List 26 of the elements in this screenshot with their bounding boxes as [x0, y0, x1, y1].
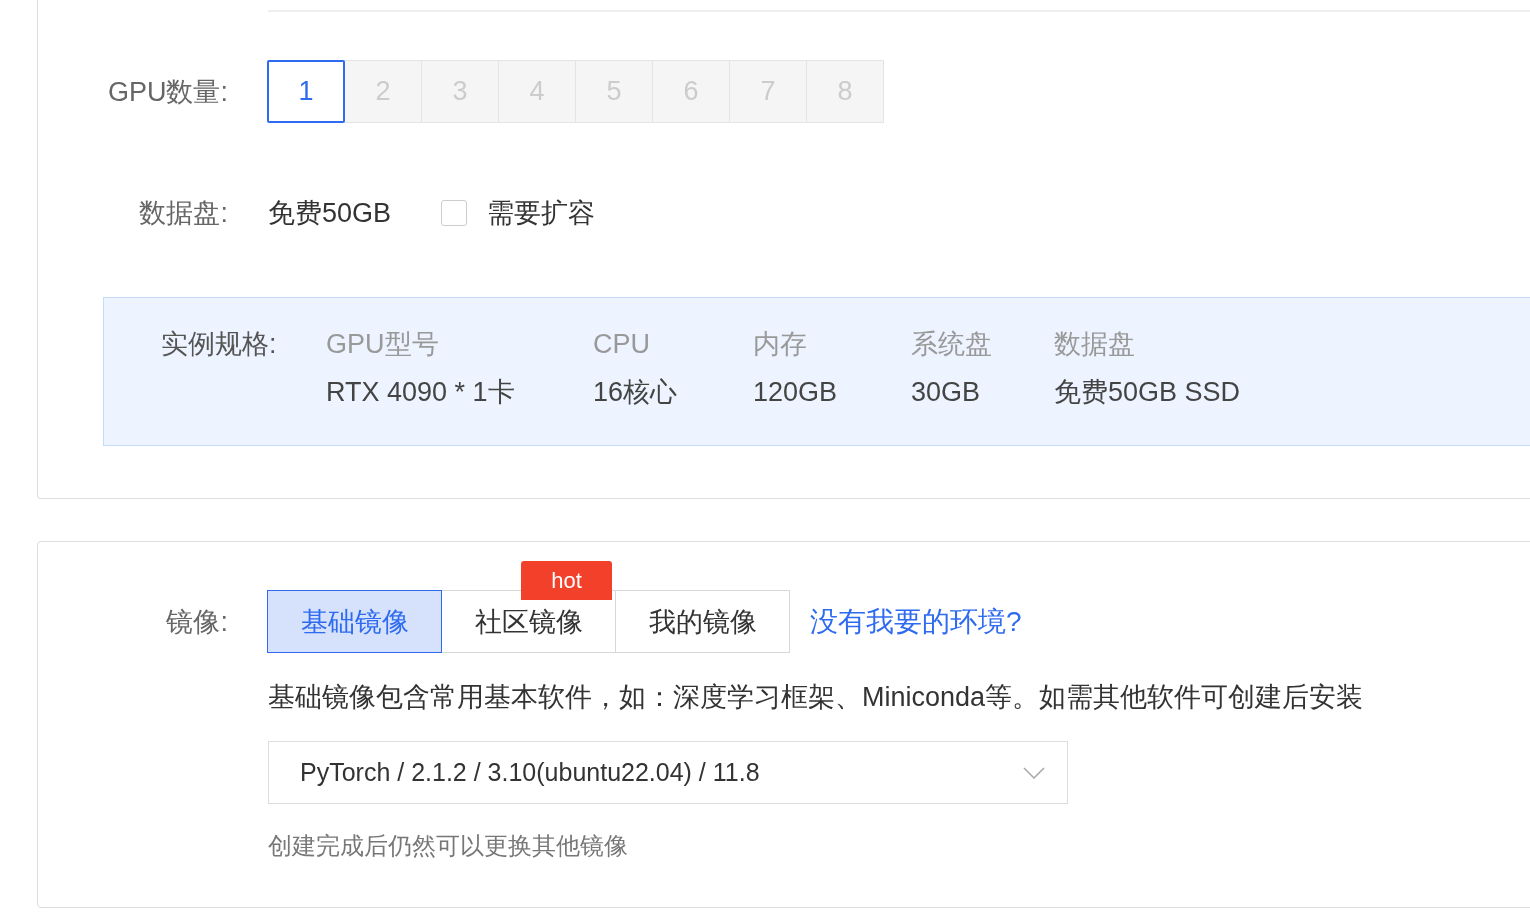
hot-badge: hot [521, 561, 612, 600]
chevron-down-icon [1023, 766, 1045, 779]
spec-header: 数据盘 [1054, 328, 1136, 360]
image-description: 基础镜像包含常用基本软件，如：深度学习框架、Miniconda等。如需其他软件可创建后安装 [268, 681, 1365, 714]
help-link[interactable]: 没有我要的环境? [810, 602, 1022, 641]
spec-value: RTX 4090 * 1卡 [326, 376, 516, 408]
hint-text: 创建完成后仍然可以更换其他镜像 [268, 831, 629, 861]
spec-value: 免费50GB SSD [1054, 376, 1241, 408]
spec-header: GPU型号 [326, 328, 440, 360]
spec-value: 16核心 [593, 376, 679, 408]
checkbox[interactable] [441, 200, 468, 226]
image-select[interactable]: PyTorch / 2.1.2 / 3.10(ubuntu22.04) / 11.8 [268, 741, 1068, 804]
spec-header: 系统盘 [911, 328, 993, 360]
spec-header: CPU [593, 328, 651, 360]
spec-header: 内存 [753, 328, 808, 360]
spec-value: 120GB [753, 376, 839, 408]
gpu-count-option[interactable]: 1 [267, 60, 345, 123]
image-tab[interactable]: 我的镜像 [615, 590, 790, 653]
disk-value: 免费50GB [268, 197, 392, 230]
checkbox-label[interactable]: 需要扩容 [487, 195, 596, 231]
field-label: GPU数量: [107, 75, 229, 109]
spec-label: 实例规格: [161, 328, 278, 361]
image-tab[interactable]: 基础镜像 [267, 590, 442, 653]
spec-value: 30GB [911, 376, 982, 408]
field-label: 镜像: [165, 605, 229, 639]
field-label: 数据盘: [138, 197, 229, 230]
